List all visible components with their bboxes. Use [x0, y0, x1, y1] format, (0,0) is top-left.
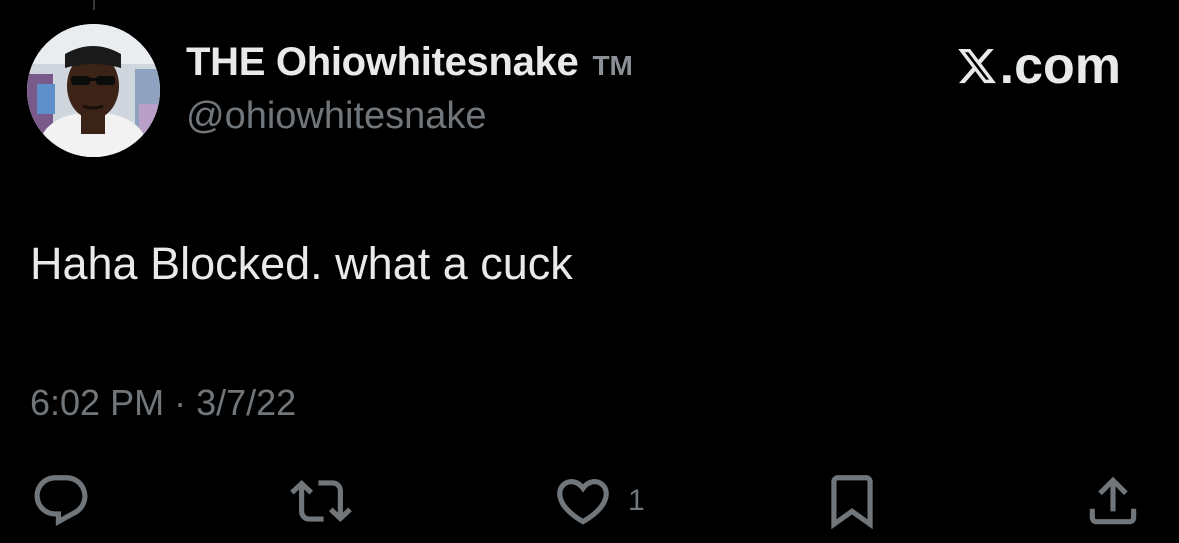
author-display-name[interactable]: THE Ohiowhitesnake	[186, 40, 579, 85]
brand-domain: .com	[999, 37, 1121, 95]
tweet-time: 6:02 PM	[30, 382, 165, 423]
avatar-photo	[27, 24, 160, 157]
meta-separator: ·	[174, 382, 187, 423]
avatar[interactable]	[27, 24, 160, 157]
trademark-label: TM	[592, 50, 633, 81]
tweet-timestamp[interactable]: 6:02 PM · 3/7/22	[30, 382, 296, 424]
retweet-icon	[290, 480, 352, 522]
tweet-text: Haha Blocked. what a cuck	[30, 238, 573, 289]
share-button[interactable]	[1082, 470, 1144, 532]
bookmark-icon	[831, 475, 873, 530]
thread-connector-line	[93, 0, 95, 10]
retweet-button[interactable]	[288, 470, 354, 532]
like-count: 1	[628, 484, 645, 517]
author-name-row: THE Ohiowhitesnake TM	[186, 40, 633, 85]
author-handle[interactable]: @ohiowhitesnake	[186, 95, 487, 138]
tweet-action-bar: 1	[0, 470, 1179, 540]
tweet-date: 3/7/22	[196, 382, 297, 423]
reply-icon	[34, 475, 88, 527]
heart-icon	[557, 479, 609, 525]
like-button[interactable]: 1	[552, 470, 645, 532]
x-logo-icon	[957, 48, 996, 84]
reply-button[interactable]	[30, 470, 92, 532]
bookmark-button[interactable]	[821, 470, 883, 532]
share-icon	[1089, 476, 1137, 525]
brand-watermark: .com	[956, 36, 1121, 96]
